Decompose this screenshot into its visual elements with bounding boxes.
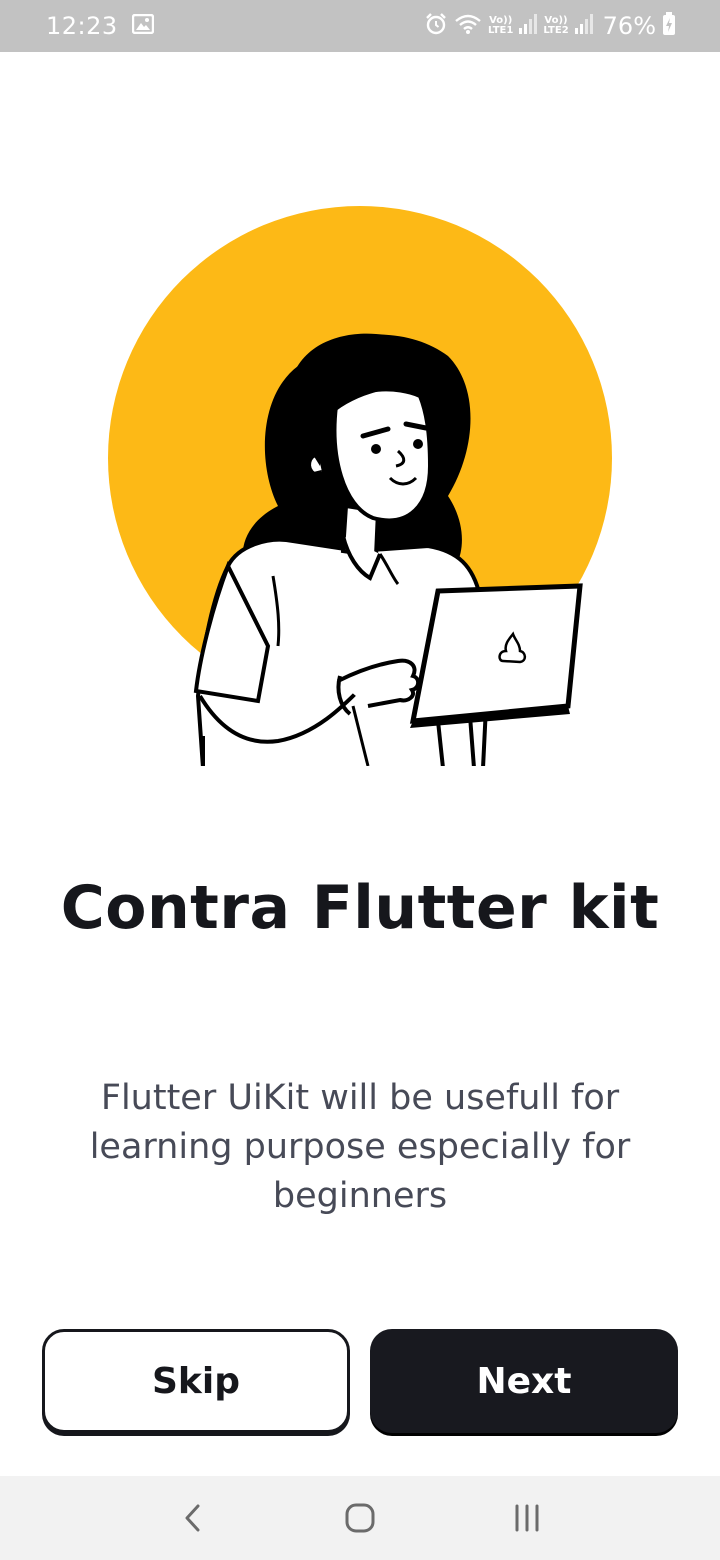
- skip-button[interactable]: Skip: [42, 1329, 350, 1433]
- sim2-network-label: Vo)) LTE2: [543, 15, 569, 36]
- gallery-icon: [131, 13, 154, 39]
- page-title: Contra Flutter kit: [60, 873, 660, 943]
- status-right: Vo)) LTE1 Vo)) LTE2 76%: [418, 11, 676, 41]
- wifi-icon: [454, 13, 482, 40]
- status-left: 12:23: [46, 12, 154, 40]
- sim1-network-label: Vo)) LTE1: [488, 15, 514, 36]
- back-icon[interactable]: [163, 1488, 223, 1548]
- home-icon[interactable]: [330, 1488, 390, 1548]
- signal-icon: [574, 13, 593, 39]
- recents-icon[interactable]: [497, 1488, 557, 1548]
- system-nav-bar: [0, 1476, 720, 1560]
- status-time: 12:23: [46, 12, 118, 40]
- battery-percent: 76%: [602, 12, 656, 40]
- alarm-icon: [424, 12, 448, 41]
- woman-with-laptop-illustration: [108, 206, 612, 768]
- battery-charging-icon: [662, 11, 676, 41]
- next-button[interactable]: Next: [370, 1329, 678, 1433]
- signal-icon: [519, 13, 538, 39]
- status-bar: 12:23 Vo)) LTE1 Vo)) LTE2 76%: [0, 0, 720, 52]
- page-description: Flutter UiKit will be usefull for learni…: [89, 1078, 631, 1216]
